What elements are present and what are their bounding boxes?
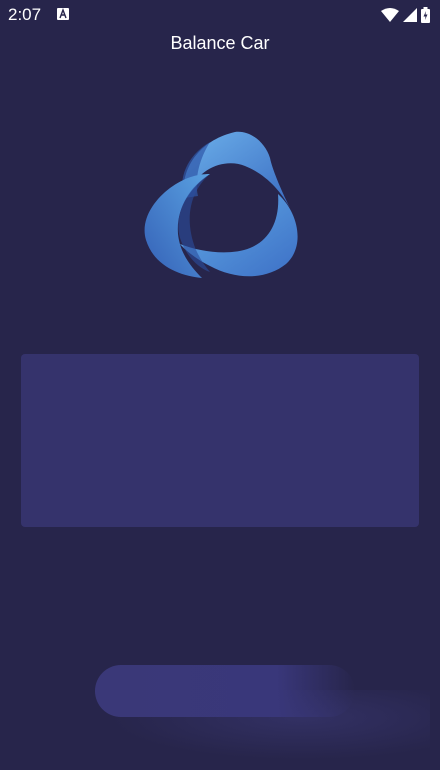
tri-swirl-logo-icon	[144, 131, 298, 278]
battery-charging-icon	[421, 7, 430, 23]
status-time: 2:07	[8, 5, 42, 24]
connect-button[interactable]	[95, 665, 355, 717]
cell-signal-icon	[403, 8, 417, 22]
page-title: Balance Car	[170, 33, 270, 53]
logo-blade-top	[183, 131, 290, 208]
status-bar: 2:07	[0, 0, 440, 30]
status-icons	[381, 6, 430, 24]
wifi-icon	[381, 8, 399, 22]
content-panel	[21, 354, 419, 527]
app-notification-icon	[57, 8, 69, 20]
